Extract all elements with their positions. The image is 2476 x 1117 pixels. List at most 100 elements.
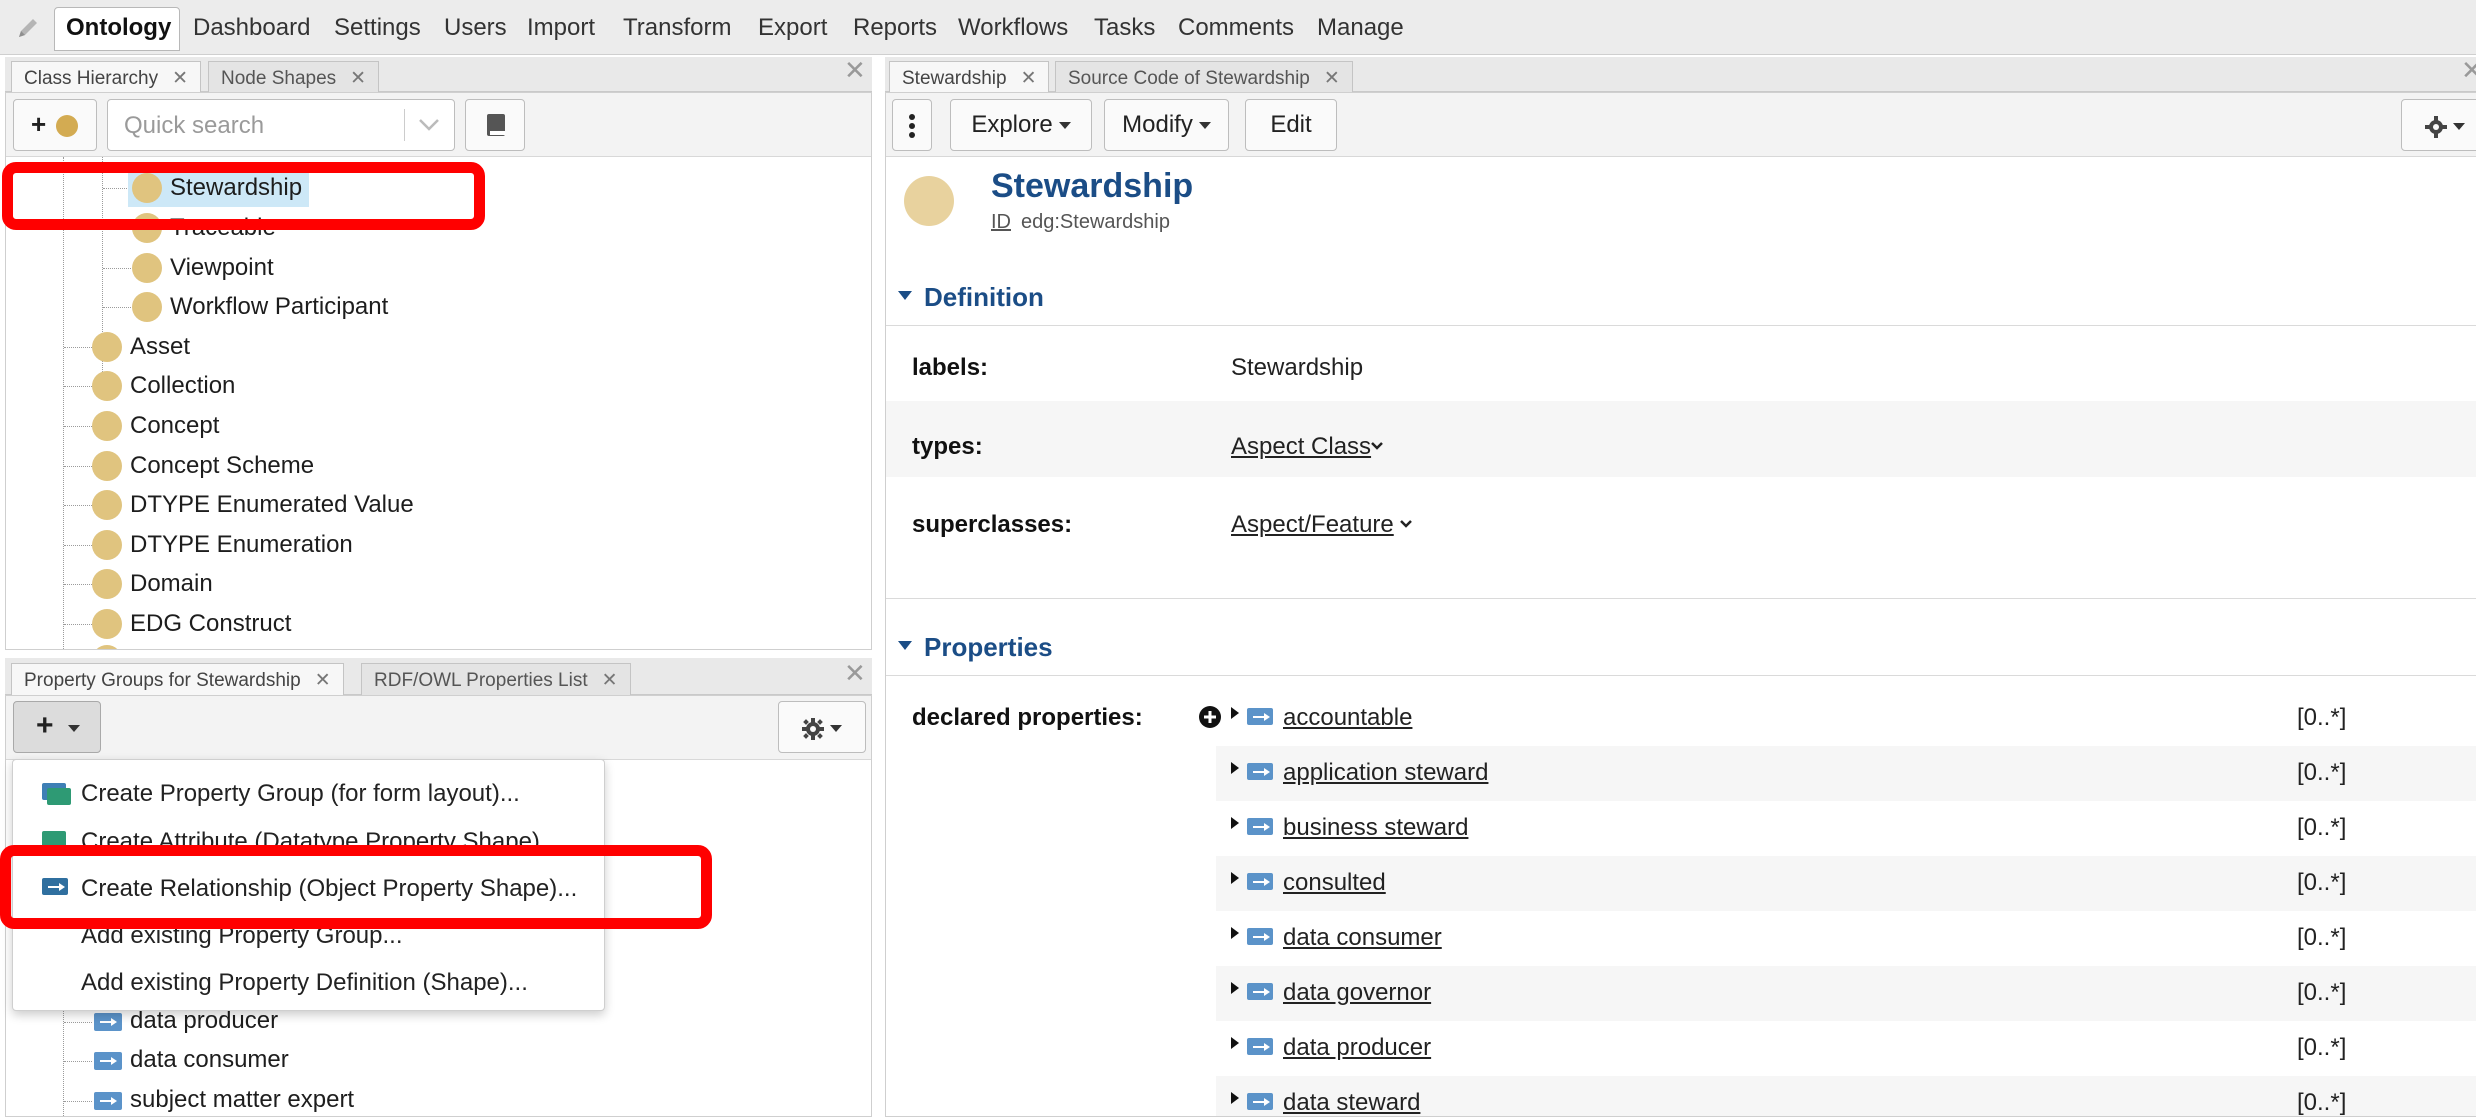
cardinality: [0..*] bbox=[2297, 759, 2347, 786]
menu-export[interactable]: Export bbox=[758, 14, 827, 42]
menu-settings[interactable]: Settings bbox=[334, 14, 421, 42]
property-toolbar: + bbox=[6, 696, 871, 760]
close-panel-icon[interactable]: ✕ bbox=[844, 55, 866, 86]
cardinality: [0..*] bbox=[2297, 924, 2347, 951]
declared-properties-key: declared properties: bbox=[912, 704, 1143, 731]
chevron-down-icon[interactable] bbox=[1370, 441, 1384, 451]
tab-class-hierarchy[interactable]: Class Hierarchy ✕ bbox=[11, 61, 202, 92]
menu-tasks[interactable]: Tasks bbox=[1094, 14, 1155, 42]
tree-item-collection[interactable]: Collection bbox=[130, 372, 235, 400]
property-link[interactable]: data governor bbox=[1283, 979, 1431, 1007]
menu-users[interactable]: Users bbox=[444, 14, 507, 42]
close-icon[interactable]: ✕ bbox=[1324, 68, 1340, 89]
property-row: data steward [0..*] bbox=[1216, 1076, 2476, 1116]
menu-dashboard[interactable]: Dashboard bbox=[193, 14, 310, 42]
property-item[interactable]: subject matter expert bbox=[130, 1086, 354, 1114]
chevron-down-icon[interactable] bbox=[418, 118, 440, 132]
property-link[interactable]: consulted bbox=[1283, 869, 1386, 897]
tree-item-concept-scheme[interactable]: Concept Scheme bbox=[130, 452, 314, 480]
tab-property-groups[interactable]: Property Groups for Stewardship ✕ bbox=[11, 663, 344, 695]
id-label[interactable]: ID bbox=[991, 211, 1011, 234]
expand-caret-icon[interactable] bbox=[1231, 762, 1239, 774]
menu-item-create-attribute[interactable]: Create Attribute (Datatype Property Shap… bbox=[13, 819, 604, 861]
divider bbox=[886, 325, 2476, 326]
tree-item-dtype-enumeration[interactable]: DTYPE Enumeration bbox=[130, 531, 353, 559]
superclasses-value-link[interactable]: Aspect/Feature bbox=[1231, 511, 1394, 539]
add-class-button[interactable]: + bbox=[13, 99, 97, 151]
expand-caret-icon[interactable] bbox=[1231, 707, 1239, 719]
close-icon[interactable]: ✕ bbox=[1021, 68, 1037, 89]
tree-item-dtype-enumerated-value[interactable]: DTYPE Enumerated Value bbox=[130, 491, 414, 519]
tree-item-concept[interactable]: Concept bbox=[130, 412, 219, 440]
menu-reports[interactable]: Reports bbox=[853, 14, 937, 42]
expand-caret-icon[interactable] bbox=[1231, 1092, 1239, 1104]
expand-caret-icon[interactable] bbox=[1231, 872, 1239, 884]
close-icon[interactable]: ✕ bbox=[350, 68, 366, 89]
gear-icon bbox=[802, 718, 824, 740]
book-button[interactable] bbox=[465, 99, 525, 151]
tree-line bbox=[64, 584, 92, 585]
section-definition[interactable]: Definition bbox=[924, 282, 1044, 313]
modify-button[interactable]: Modify bbox=[1104, 99, 1229, 151]
tab-property-groups-label: Property Groups for Stewardship bbox=[24, 670, 301, 691]
chevron-down-icon[interactable] bbox=[1399, 519, 1413, 529]
collapse-caret-icon[interactable] bbox=[898, 291, 912, 300]
pencil-icon[interactable] bbox=[15, 15, 41, 41]
tree-item-workflow-participant[interactable]: Workflow Participant bbox=[170, 293, 388, 321]
add-property-button[interactable]: + bbox=[13, 701, 101, 753]
property-item[interactable]: data consumer bbox=[130, 1046, 289, 1074]
tab-node-shapes[interactable]: Node Shapes ✕ bbox=[208, 61, 380, 92]
expand-caret-icon[interactable] bbox=[1231, 817, 1239, 829]
tree-item-asset[interactable]: Asset bbox=[130, 333, 190, 361]
tab-source-code[interactable]: Source Code of Stewardship ✕ bbox=[1055, 61, 1353, 92]
property-row: business steward [0..*] bbox=[1216, 801, 2476, 856]
object-property-icon bbox=[1247, 763, 1273, 780]
caret-down-icon bbox=[830, 725, 842, 732]
tab-stewardship[interactable]: Stewardship ✕ bbox=[889, 61, 1050, 92]
tree-item-domain[interactable]: Domain bbox=[130, 570, 213, 598]
menu-item-create-relationship[interactable]: Create Relationship (Object Property Sha… bbox=[13, 866, 604, 908]
property-link[interactable]: data consumer bbox=[1283, 924, 1442, 952]
expand-caret-icon[interactable] bbox=[1231, 1037, 1239, 1049]
collapse-caret-icon[interactable] bbox=[898, 641, 912, 650]
tree-item-traceable[interactable]: Traceable bbox=[170, 214, 276, 242]
section-properties[interactable]: Properties bbox=[924, 632, 1053, 663]
close-icon[interactable]: ✕ bbox=[315, 670, 331, 691]
main-menu-bar: Ontology Dashboard Settings Users Import… bbox=[0, 0, 2476, 55]
more-options-button[interactable] bbox=[892, 99, 932, 151]
close-icon[interactable]: ✕ bbox=[172, 68, 188, 89]
property-item[interactable]: data producer bbox=[130, 1007, 278, 1035]
menu-workflows[interactable]: Workflows bbox=[958, 14, 1068, 42]
menu-tab-ontology[interactable]: Ontology bbox=[54, 7, 180, 51]
property-row: accountable [0..*] bbox=[1216, 691, 2476, 746]
property-link[interactable]: data steward bbox=[1283, 1089, 1420, 1116]
types-value-link[interactable]: Aspect Class bbox=[1231, 433, 1371, 461]
tree-item-edg-construct[interactable]: EDG Construct bbox=[130, 610, 291, 638]
settings-button[interactable] bbox=[778, 701, 866, 753]
expand-caret-icon[interactable] bbox=[1231, 927, 1239, 939]
tab-rdf-owl-properties[interactable]: RDF/OWL Properties List ✕ bbox=[361, 663, 631, 695]
menu-import[interactable]: Import bbox=[527, 14, 595, 42]
edit-button[interactable]: Edit bbox=[1245, 99, 1337, 151]
menu-transform[interactable]: Transform bbox=[623, 14, 731, 42]
property-link[interactable]: data producer bbox=[1283, 1034, 1431, 1062]
expand-caret-icon[interactable] bbox=[1231, 982, 1239, 994]
property-link[interactable]: application steward bbox=[1283, 759, 1488, 787]
menu-manage[interactable]: Manage bbox=[1317, 14, 1404, 42]
menu-item-label: Create Relationship (Object Property Sha… bbox=[81, 875, 578, 902]
tree-item-stewardship[interactable]: Stewardship bbox=[170, 174, 302, 202]
menu-item-add-existing-definition[interactable]: Add existing Property Definition (Shape)… bbox=[13, 960, 604, 1002]
menu-item-create-property-group[interactable]: Create Property Group (for form layout).… bbox=[13, 771, 604, 813]
quick-search-input[interactable]: Quick search bbox=[107, 99, 455, 151]
resource-settings-button[interactable] bbox=[2401, 99, 2476, 151]
menu-item-add-existing-group[interactable]: Add existing Property Group... bbox=[13, 913, 604, 955]
close-icon[interactable]: ✕ bbox=[602, 670, 618, 691]
resource-toolbar: Explore Modify Edit bbox=[886, 93, 2476, 157]
close-panel-icon[interactable]: ✕ bbox=[844, 658, 866, 689]
tree-item-viewpoint[interactable]: Viewpoint bbox=[170, 254, 274, 282]
property-link[interactable]: business steward bbox=[1283, 814, 1468, 842]
explore-button[interactable]: Explore bbox=[950, 99, 1092, 151]
menu-comments[interactable]: Comments bbox=[1178, 14, 1294, 42]
property-link[interactable]: accountable bbox=[1283, 704, 1412, 732]
close-panel-icon[interactable]: ✕ bbox=[2461, 55, 2476, 86]
